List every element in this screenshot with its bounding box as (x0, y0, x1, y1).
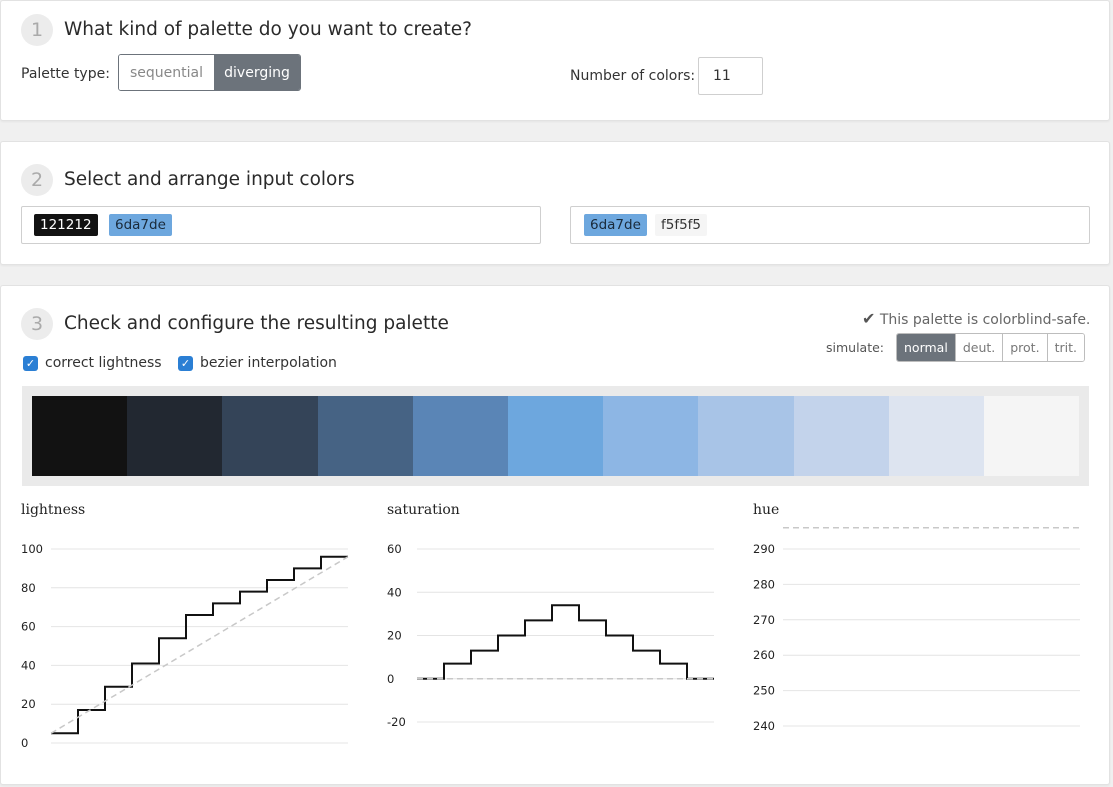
palette-swatch (127, 396, 223, 476)
palette-swatch (983, 396, 1080, 476)
simulate-prot-button[interactable]: prot. (1002, 334, 1047, 361)
y-tick-label: 290 (753, 542, 775, 556)
step-2-title: Select and arrange input colors (64, 169, 355, 190)
colorblind-safe-text: This palette is colorblind-safe. (879, 312, 1091, 328)
y-tick-label: -20 (387, 715, 406, 729)
step-2-number: 2 (21, 164, 53, 196)
step-line (417, 604, 714, 680)
y-tick-label: 280 (753, 577, 775, 591)
check-icon: ✔ (862, 309, 876, 328)
palette-swatch (793, 396, 889, 476)
step-3-title: Check and configure the resulting palett… (64, 313, 449, 334)
bezier-interpolation-label[interactable]: bezier interpolation (200, 355, 337, 371)
colorblind-safe-status: ✔ This palette is colorblind-safe. (862, 309, 1090, 328)
palette-type-diverging-button[interactable]: diverging (214, 55, 300, 90)
correct-lightness-label[interactable]: correct lightness (45, 355, 162, 371)
bezier-interpolation-checkbox[interactable]: ✓ (178, 356, 193, 371)
checkbox-checked-icon: ✓ (180, 357, 191, 370)
y-tick-label: 270 (753, 613, 775, 627)
palette-type-card: 1 What kind of palette do you want to cr… (0, 0, 1110, 121)
hue-chart: 240 250 260 270 280 290 (753, 527, 1080, 733)
simulate-normal-button[interactable]: normal (897, 334, 955, 361)
palette-swatch (603, 396, 699, 476)
right-colors-input[interactable]: 6da7de f5f5f5 (570, 206, 1090, 244)
y-tick-label: 40 (387, 585, 402, 599)
y-tick-label: 20 (387, 629, 402, 643)
palette-type-sequential-button[interactable]: sequential (119, 55, 214, 90)
simulate-deut-button[interactable]: deut. (954, 334, 1003, 361)
palette-type-toggle: sequential diverging (118, 54, 301, 91)
correct-lightness-checkbox[interactable]: ✓ (23, 356, 38, 371)
palette-swatch (507, 396, 604, 476)
simulate-toggle: normal deut. prot. trit. (896, 333, 1085, 362)
palette-swatch (222, 396, 318, 476)
y-tick-label: 60 (387, 542, 402, 556)
y-tick-label: 100 (21, 542, 43, 556)
number-of-colors-input[interactable] (698, 57, 763, 95)
saturation-chart: -20 0 20 40 60 (387, 542, 714, 729)
color-tag[interactable]: 6da7de (109, 214, 172, 236)
reference-line (50, 556, 349, 734)
y-tick-label: 20 (21, 697, 36, 711)
y-tick-label: 0 (387, 672, 394, 686)
y-tick-label: 60 (21, 620, 36, 634)
y-tick-label: 0 (21, 736, 28, 750)
palette-swatches (32, 396, 1080, 476)
step-1-title: What kind of palette do you want to crea… (64, 19, 472, 40)
palette-preview (22, 386, 1089, 486)
color-tag[interactable]: 121212 (34, 214, 98, 236)
palette-swatch (888, 396, 984, 476)
y-tick-label: 260 (753, 648, 775, 662)
palette-swatch (317, 396, 413, 476)
palette-swatch (412, 396, 508, 476)
lightness-chart: 0 20 40 60 80 100 (21, 542, 349, 750)
color-tag[interactable]: 6da7de (584, 214, 647, 236)
y-tick-label: 40 (21, 658, 36, 672)
input-colors-card: 2 Select and arrange input colors 121212… (0, 141, 1110, 265)
step-1-number: 1 (21, 14, 53, 46)
palette-swatch (698, 396, 794, 476)
step-3-number: 3 (21, 308, 53, 340)
y-tick-label: 250 (753, 684, 775, 698)
y-tick-label: 80 (21, 581, 36, 595)
number-of-colors-label: Number of colors: (570, 68, 696, 84)
palette-type-label: Palette type: (21, 66, 110, 82)
palette-swatch (32, 396, 128, 476)
checkbox-checked-icon: ✓ (25, 357, 36, 370)
result-palette-card: 3 Check and configure the resulting pale… (0, 285, 1110, 785)
y-tick-label: 240 (753, 719, 775, 733)
left-colors-input[interactable]: 121212 6da7de (21, 206, 541, 244)
simulate-label: simulate: (826, 340, 885, 355)
simulate-trit-button[interactable]: trit. (1046, 334, 1084, 361)
color-tag[interactable]: f5f5f5 (655, 214, 708, 236)
